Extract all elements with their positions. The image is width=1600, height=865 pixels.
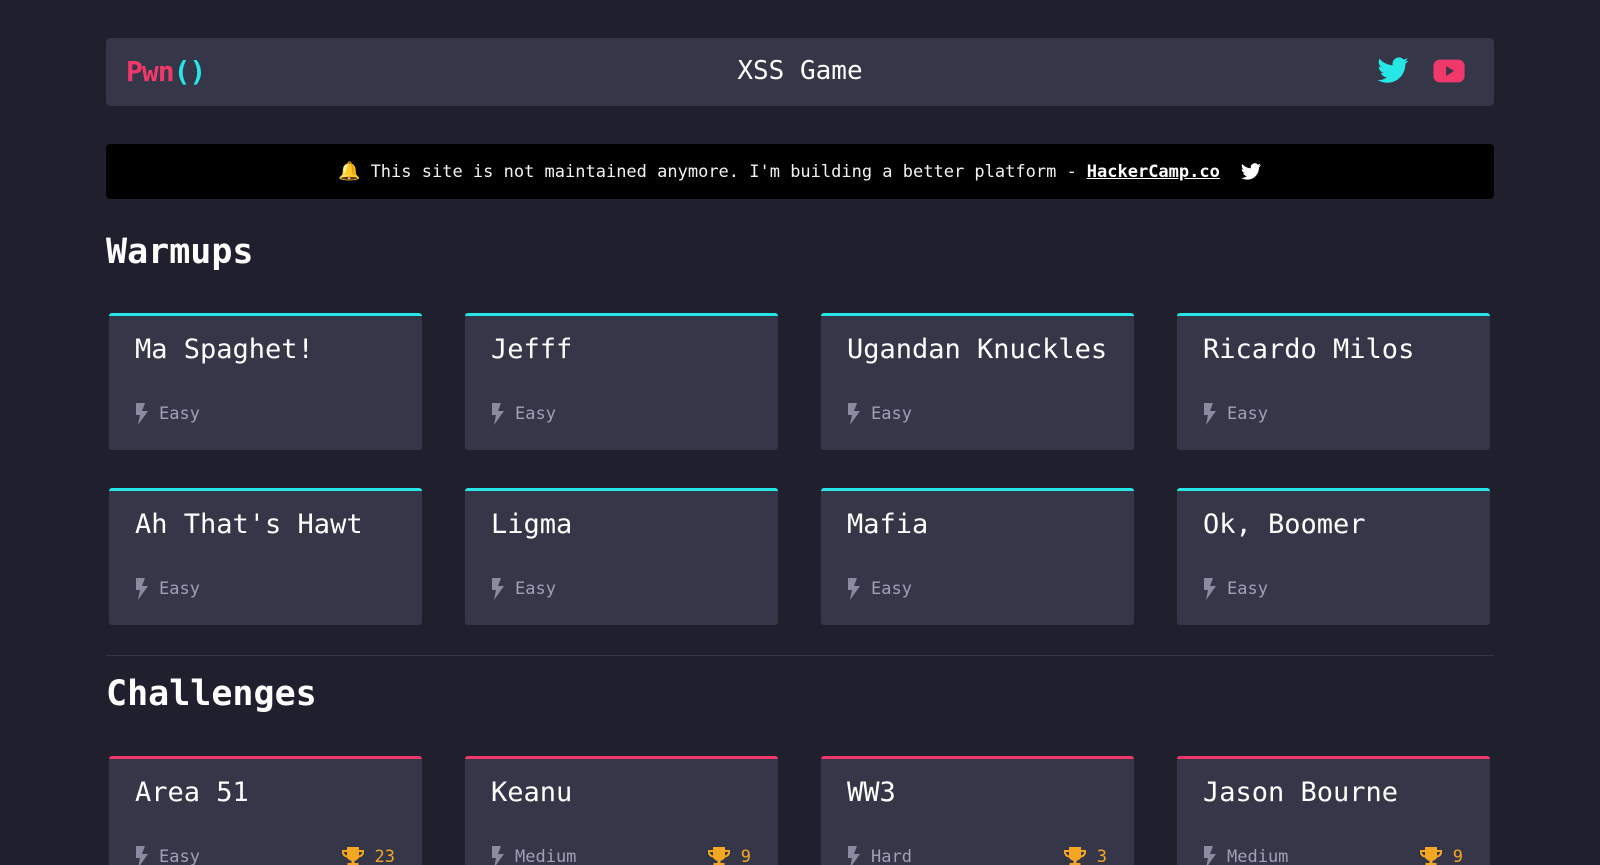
difficulty-label: Easy	[159, 579, 200, 599]
challenges-heading: Challenges	[106, 674, 317, 714]
card-title: Mafia	[847, 509, 929, 540]
bolt-icon	[848, 403, 860, 425]
notice-text: This site is not maintained anymore. I'm…	[370, 161, 1077, 182]
social-links	[1376, 54, 1466, 88]
bolt-icon	[136, 578, 148, 600]
difficulty-label: Medium	[515, 847, 577, 865]
top-navbar: Pwn() XSS Game	[106, 38, 1494, 106]
card-title: Area 51	[135, 777, 249, 808]
youtube-icon[interactable]	[1432, 54, 1466, 88]
warmup-card[interactable]: Ugandan Knuckles Easy	[821, 313, 1134, 450]
bolt-icon	[1204, 846, 1216, 865]
warmup-card[interactable]: Mafia Easy	[821, 488, 1134, 625]
solve-count-value: 3	[1096, 847, 1107, 865]
bolt-icon	[492, 403, 504, 425]
solve-count: 9	[707, 846, 751, 865]
warmup-card[interactable]: Ah That's Hawt Easy	[109, 488, 422, 625]
card-difficulty: Easy	[491, 578, 556, 600]
warmup-card[interactable]: Ligma Easy	[465, 488, 778, 625]
card-title: Ligma	[491, 509, 573, 540]
twitter-icon[interactable]	[1240, 161, 1262, 183]
bolt-icon	[848, 846, 860, 865]
hackercamp-link[interactable]: HackerCamp.co	[1087, 162, 1220, 182]
bolt-icon	[492, 846, 504, 865]
card-title: Jefff	[491, 334, 573, 365]
card-title: Ugandan Knuckles	[847, 334, 1108, 365]
card-title: Ok, Boomer	[1203, 509, 1366, 540]
solve-count-value: 9	[740, 847, 751, 865]
solve-count: 9	[1419, 846, 1463, 865]
trophy-icon	[1419, 847, 1442, 865]
difficulty-label: Easy	[159, 404, 200, 424]
card-title: Ah That's Hawt	[135, 509, 363, 540]
solve-count-value: 9	[1452, 847, 1463, 865]
card-difficulty: Medium	[491, 846, 576, 865]
bolt-icon	[848, 578, 860, 600]
solve-count-value: 23	[374, 847, 395, 865]
card-difficulty: Easy	[847, 403, 912, 425]
difficulty-label: Hard	[871, 847, 912, 865]
bolt-icon	[1204, 403, 1216, 425]
solve-count: 23	[341, 846, 395, 865]
difficulty-label: Easy	[1227, 404, 1268, 424]
twitter-icon[interactable]	[1376, 54, 1410, 88]
challenges-grid: Area 51 Easy 23 Keanu Medium 9 WW3 Hard …	[109, 756, 1490, 865]
challenge-card[interactable]: WW3 Hard 3	[821, 756, 1134, 865]
card-title: Jason Bourne	[1203, 777, 1399, 808]
card-difficulty: Easy	[135, 403, 200, 425]
bolt-icon	[136, 403, 148, 425]
bolt-icon	[492, 578, 504, 600]
difficulty-label: Easy	[515, 579, 556, 599]
card-title: Ricardo Milos	[1203, 334, 1415, 365]
card-difficulty: Easy	[1203, 403, 1268, 425]
warmups-grid: Ma Spaghet! Easy Jefff Easy Ugandan Knuc…	[109, 313, 1490, 625]
difficulty-label: Easy	[159, 847, 200, 865]
card-title: WW3	[847, 777, 896, 808]
solve-count: 3	[1063, 846, 1107, 865]
challenge-card[interactable]: Area 51 Easy 23	[109, 756, 422, 865]
card-title: Keanu	[491, 777, 573, 808]
trophy-icon	[341, 847, 364, 865]
warmup-card[interactable]: Ok, Boomer Easy	[1177, 488, 1490, 625]
section-divider	[106, 655, 1494, 656]
card-difficulty: Medium	[1203, 846, 1288, 865]
bolt-icon	[136, 846, 148, 865]
difficulty-label: Easy	[871, 579, 912, 599]
difficulty-label: Easy	[871, 404, 912, 424]
maintenance-notice-banner: 🔔 This site is not maintained anymore. I…	[106, 144, 1494, 199]
difficulty-label: Medium	[1227, 847, 1289, 865]
card-difficulty: Easy	[491, 403, 556, 425]
card-title: Ma Spaghet!	[135, 334, 314, 365]
card-difficulty: Easy	[1203, 578, 1268, 600]
bolt-icon	[1204, 578, 1216, 600]
warmups-heading: Warmups	[106, 232, 254, 272]
bell-icon: 🔔	[338, 161, 361, 182]
trophy-icon	[707, 847, 730, 865]
difficulty-label: Easy	[515, 404, 556, 424]
card-difficulty: Easy	[135, 578, 200, 600]
warmup-card[interactable]: Ma Spaghet! Easy	[109, 313, 422, 450]
warmup-card[interactable]: Ricardo Milos Easy	[1177, 313, 1490, 450]
challenge-card[interactable]: Jason Bourne Medium 9	[1177, 756, 1490, 865]
card-difficulty: Easy	[135, 846, 200, 865]
trophy-icon	[1063, 847, 1086, 865]
card-difficulty: Hard	[847, 846, 912, 865]
card-difficulty: Easy	[847, 578, 912, 600]
page-title: XSS Game	[737, 56, 863, 86]
warmup-card[interactable]: Jefff Easy	[465, 313, 778, 450]
difficulty-label: Easy	[1227, 579, 1268, 599]
challenge-card[interactable]: Keanu Medium 9	[465, 756, 778, 865]
